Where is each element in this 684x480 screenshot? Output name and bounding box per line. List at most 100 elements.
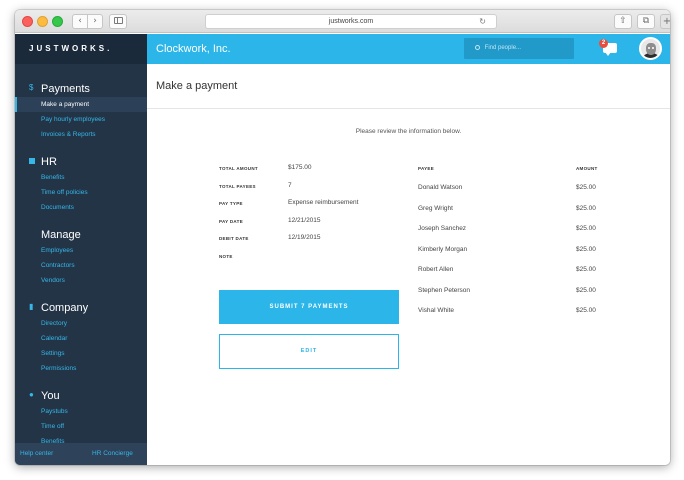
reload-icon[interactable]: ↻ <box>479 15 486 28</box>
nav-section-you: ● You Paystubs Time off Benefits <box>15 388 147 449</box>
sidebar-item-employees[interactable]: Employees <box>15 243 147 258</box>
help-center-link[interactable]: Help center <box>20 443 53 465</box>
summary-value: 12/19/2015 <box>288 234 321 241</box>
address-bar[interactable]: justworks.com ↻ <box>205 14 497 29</box>
table-row: Joseph Sanchez $25.00 <box>418 225 603 246</box>
table-row: Stephen Peterson $25.00 <box>418 287 603 308</box>
nav-section-manage: Manage Employees Contractors Vendors <box>15 227 147 288</box>
browser-toolbar: ‹ › justworks.com ↻ ⇧ ⧉ + <box>15 10 670 33</box>
zoom-window-button[interactable] <box>52 16 63 27</box>
nav-section-title[interactable]: $ Payments <box>15 81 147 97</box>
sidebar: JUSTWORKS. $ Payments Make a payment Pay… <box>15 34 147 465</box>
main-content: Make a payment Please review the informa… <box>147 64 670 465</box>
share-button[interactable]: ⇧ <box>614 14 632 29</box>
payee-name: Greg Wright <box>418 204 453 212</box>
person-icon: ● <box>29 390 34 399</box>
find-people-search[interactable]: Find people... <box>464 38 574 59</box>
payee-amount: $25.00 <box>576 307 596 314</box>
show-tabs-button[interactable]: ⧉ <box>637 14 655 29</box>
sidebar-item-directory[interactable]: Directory <box>15 316 147 331</box>
dollar-icon: $ <box>29 83 34 92</box>
forward-button[interactable]: › <box>87 14 103 29</box>
table-row: Kimberly Morgan $25.00 <box>418 246 603 267</box>
payee-column-header: PAYEE <box>418 166 435 171</box>
browser-window: ‹ › justworks.com ↻ ⇧ ⧉ + JUSTWORKS. $ P… <box>15 10 670 465</box>
back-button[interactable]: ‹ <box>72 14 88 29</box>
payee-amount: $25.00 <box>576 225 596 232</box>
summary-value: Expense reimbursement <box>288 199 359 206</box>
top-bar: Clockwork, Inc. Find people... 2 <box>147 34 670 64</box>
sidebar-item-make-a-payment[interactable]: Make a payment <box>15 97 147 112</box>
nav-section-company: ▮ Company Directory Calendar Settings Pe… <box>15 300 147 376</box>
payee-name: Donald Watson <box>418 184 463 191</box>
notification-badge: 2 <box>599 39 608 48</box>
summary-row: PAY TYPE Expense reimbursement <box>219 199 399 217</box>
sidebar-item-contractors[interactable]: Contractors <box>15 258 147 273</box>
payees-table: PAYEE AMOUNT Donald Watson $25.00 Greg W… <box>418 164 603 328</box>
minimize-window-button[interactable] <box>37 16 48 27</box>
summary-row: DEBIT DATE 12/19/2015 <box>219 234 399 252</box>
nav-section-title[interactable]: HR <box>15 154 147 170</box>
search-icon <box>475 45 480 50</box>
table-row: Robert Allen $25.00 <box>418 266 603 287</box>
nav-section-title[interactable]: Manage <box>15 227 147 243</box>
sidebar-item-benefits[interactable]: Benefits <box>15 170 147 185</box>
edit-button[interactable]: EDIT <box>219 334 399 369</box>
bar-chart-icon: ▮ <box>29 302 34 311</box>
submit-payments-button[interactable]: SUBMIT 7 PAYMENTS <box>219 290 399 324</box>
payee-amount: $25.00 <box>576 245 596 253</box>
brand-logo[interactable]: JUSTWORKS. <box>15 34 147 64</box>
page-title: Make a payment <box>156 80 238 92</box>
avatar[interactable] <box>639 37 662 60</box>
summary-row: PAY DATE 12/21/2015 <box>219 217 399 235</box>
nav-section-title[interactable]: ▮ Company <box>15 300 147 316</box>
payment-summary: TOTAL AMOUNT $175.00 TOTAL PAYEES 7 PAY … <box>219 164 399 269</box>
summary-row: NOTE <box>219 252 399 270</box>
payee-amount: $25.00 <box>576 184 596 191</box>
address-bar-url: justworks.com <box>328 18 374 25</box>
table-row: Greg Wright $25.00 <box>418 205 603 226</box>
summary-value: 7 <box>288 181 292 189</box>
summary-value: 12/21/2015 <box>288 216 321 224</box>
payee-amount: $25.00 <box>576 286 596 294</box>
sidebar-footer: Help center HR Concierge <box>15 443 147 465</box>
summary-value: $175.00 <box>288 164 312 171</box>
payees-table-header: PAYEE AMOUNT <box>418 164 603 184</box>
close-window-button[interactable] <box>22 16 33 27</box>
sidebar-item-time-off-policies[interactable]: Time off policies <box>15 185 147 200</box>
hr-concierge-link[interactable]: HR Concierge <box>92 443 133 465</box>
sidebar-item-time-off[interactable]: Time off <box>15 419 147 434</box>
summary-label: PAY TYPE <box>219 201 243 206</box>
nav-section-payments: $ Payments Make a payment Pay hourly emp… <box>15 81 147 142</box>
sidebar-icon <box>113 17 123 24</box>
table-row: Donald Watson $25.00 <box>418 184 603 205</box>
nav-section-hr: HR Benefits Time off policies Documents <box>15 154 147 215</box>
sidebar-item-vendors[interactable]: Vendors <box>15 273 147 288</box>
table-row: Vishal White $25.00 <box>418 307 603 328</box>
nav-section-title[interactable]: ● You <box>15 388 147 404</box>
amount-column-header: AMOUNT <box>576 166 598 171</box>
payee-name: Robert Allen <box>418 266 454 273</box>
payee-name: Joseph Sanchez <box>418 225 467 232</box>
payee-name: Stephen Peterson <box>418 286 471 294</box>
instructions-text: Please review the information below. <box>355 128 462 135</box>
new-tab-button[interactable]: + <box>660 14 670 29</box>
company-name[interactable]: Clockwork, Inc. <box>156 34 231 64</box>
sidebar-item-invoices-reports[interactable]: Invoices & Reports <box>15 127 147 142</box>
avatar-face <box>646 43 656 55</box>
sidebar-item-pay-hourly-employees[interactable]: Pay hourly employees <box>15 112 147 127</box>
summary-label: DEBIT DATE <box>219 236 249 241</box>
sidebar-item-permissions[interactable]: Permissions <box>15 361 147 376</box>
summary-row: TOTAL AMOUNT $175.00 <box>219 164 399 182</box>
sidebar-item-calendar[interactable]: Calendar <box>15 331 147 346</box>
summary-label: TOTAL AMOUNT <box>219 166 258 171</box>
summary-row: TOTAL PAYEES 7 <box>219 182 399 200</box>
sidebar-item-paystubs[interactable]: Paystubs <box>15 404 147 419</box>
sidebar-item-documents[interactable]: Documents <box>15 200 147 215</box>
payee-amount: $25.00 <box>576 204 596 212</box>
sidebar-item-settings[interactable]: Settings <box>15 346 147 361</box>
summary-label: TOTAL PAYEES <box>219 183 256 189</box>
sidebar-toggle-button[interactable] <box>109 14 127 29</box>
payee-name: Vishal White <box>418 307 455 314</box>
search-placeholder: Find people... <box>484 45 522 51</box>
